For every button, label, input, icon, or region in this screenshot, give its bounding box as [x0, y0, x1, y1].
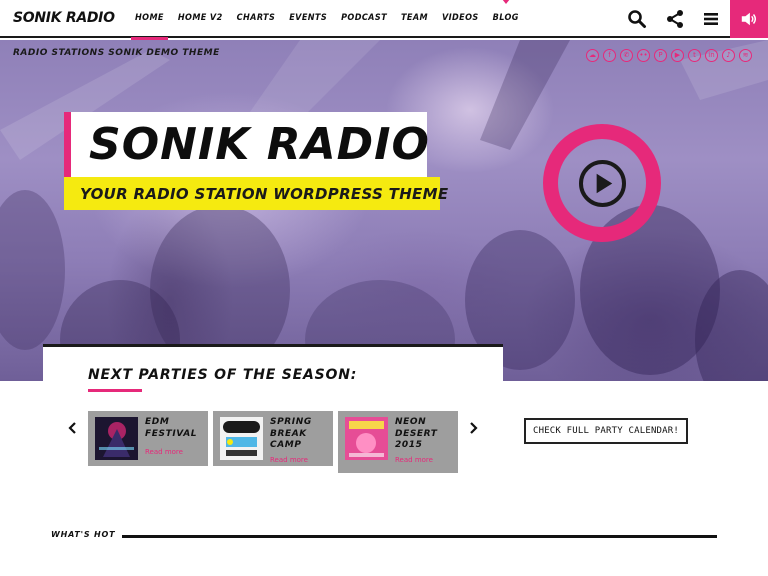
spotify-icon[interactable]: ≋ — [739, 49, 752, 62]
social-icons: ☁ f ✆ •• P ▶ t in ♪ ≋ — [586, 49, 752, 62]
youtube-icon[interactable]: ▶ — [671, 49, 684, 62]
main-nav: HOME HOME V2 CHARTS EVENTS PODCAST TEAM … — [128, 0, 526, 40]
facebook-icon[interactable]: f — [603, 49, 616, 62]
volume-icon — [741, 12, 757, 26]
pinterest-icon[interactable]: P — [654, 49, 667, 62]
carousel-prev-icon[interactable] — [66, 421, 80, 435]
top-navbar: SONIK RADIO HOME HOME V2 CHARTS EVENTS P… — [0, 0, 768, 40]
flickr-icon[interactable]: •• — [637, 49, 650, 62]
hero-title-box: SONIK RADIO — [64, 112, 430, 178]
read-more-link[interactable]: Read more — [145, 448, 183, 456]
party-name: EDM FESTIVAL — [145, 417, 198, 439]
nav-item-home-v2[interactable]: HOME V2 — [171, 0, 230, 38]
party-name: SPRING BREAK CAMP — [270, 417, 312, 450]
whatsapp-icon[interactable]: ✆ — [620, 49, 633, 62]
section-divider — [122, 535, 717, 538]
hero-subtitle: RADIO STATIONS SONIK DEMO THEME — [13, 48, 220, 58]
parties-header-card: NEXT PARTIES OF THE SEASON: — [43, 344, 503, 394]
nav-item-blog[interactable]: BLOG — [486, 0, 526, 38]
nav-item-home[interactable]: HOME — [128, 0, 171, 40]
nav-item-events[interactable]: EVENTS — [282, 0, 334, 38]
carousel-next-icon[interactable] — [466, 421, 480, 435]
read-more-link[interactable]: Read more — [395, 456, 433, 464]
party-card-spring-break-camp[interactable]: SPRING BREAK CAMP Read more — [213, 411, 333, 466]
party-calendar-button[interactable]: CHECK FULL PARTY CALENDAR! — [524, 418, 688, 444]
neon-desert-poster — [345, 417, 388, 460]
hero-tagline-box: YOUR RADIO STATION WORDPRESS THEME — [64, 177, 448, 210]
share-icon[interactable] — [665, 9, 685, 29]
menu-icon[interactable] — [701, 9, 721, 29]
hero-tagline: YOUR RADIO STATION WORDPRESS THEME — [80, 185, 449, 203]
party-card-edm-festival[interactable]: EDM FESTIVAL Read more — [88, 411, 208, 466]
play-triangle-icon — [596, 173, 613, 194]
lastfm-icon[interactable]: ♪ — [722, 49, 735, 62]
nav-item-podcast[interactable]: PODCAST — [334, 0, 394, 38]
hero-title: SONIK RADIO — [89, 119, 430, 170]
whats-hot-heading: WHAT'S HOT — [51, 530, 116, 539]
edm-festival-poster — [95, 417, 138, 460]
search-icon[interactable] — [627, 9, 647, 29]
hero-banner: RADIO STATIONS SONIK DEMO THEME ☁ f ✆ ••… — [0, 40, 768, 381]
spring-break-camp-poster — [220, 417, 263, 460]
heading-underline — [88, 389, 142, 392]
site-logo[interactable]: SONIK RADIO — [13, 10, 115, 26]
parties-heading: NEXT PARTIES OF THE SEASON: — [88, 367, 358, 383]
party-name: NEON DESERT 2015 — [395, 417, 438, 450]
play-icon[interactable] — [579, 160, 626, 207]
linkedin-icon[interactable]: in — [705, 49, 718, 62]
volume-button[interactable] — [730, 0, 768, 38]
party-card-neon-desert-2015[interactable]: NEON DESERT 2015 Read more — [338, 411, 458, 473]
nav-item-videos[interactable]: VIDEOS — [435, 0, 486, 38]
nav-item-charts[interactable]: CHARTS — [230, 0, 283, 38]
soundcloud-icon[interactable]: ☁ — [586, 49, 599, 62]
nav-item-team[interactable]: TEAM — [394, 0, 435, 38]
read-more-link[interactable]: Read more — [270, 456, 308, 464]
twitter-icon[interactable]: t — [688, 49, 701, 62]
